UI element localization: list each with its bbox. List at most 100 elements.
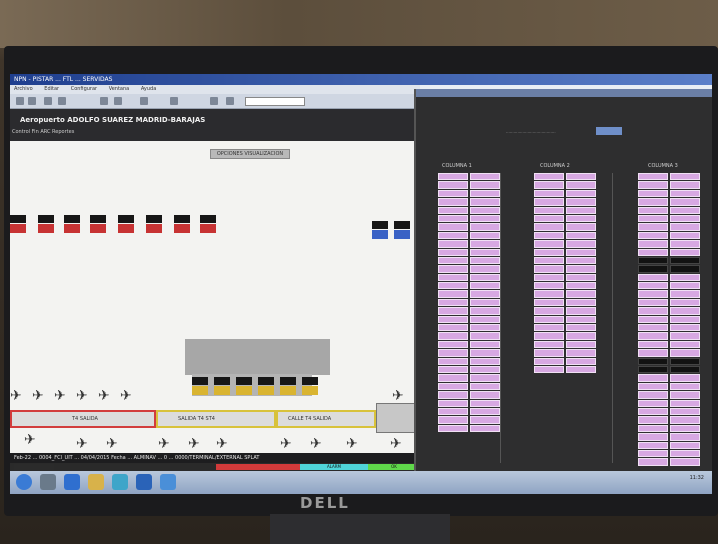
refresh-icon[interactable] [44, 97, 52, 105]
data-row[interactable] [638, 290, 708, 298]
start-icon[interactable] [16, 474, 32, 490]
gate-stand[interactable] [192, 377, 208, 395]
data-row[interactable] [534, 324, 604, 332]
address-input[interactable] [245, 97, 305, 106]
data-row[interactable] [638, 240, 708, 248]
data-row[interactable] [438, 307, 508, 315]
data-row[interactable] [438, 349, 508, 357]
data-row[interactable] [438, 298, 508, 307]
data-row[interactable] [438, 181, 508, 189]
data-row[interactable] [438, 231, 508, 240]
app-icon[interactable] [136, 474, 152, 490]
data-row[interactable] [534, 240, 604, 248]
browser-icon[interactable] [64, 474, 80, 490]
aircraft-icon[interactable]: ✈ [280, 437, 292, 451]
gate-stand[interactable] [10, 215, 26, 233]
data-row[interactable] [534, 307, 604, 315]
aircraft-icon[interactable]: ✈ [188, 437, 200, 451]
stop-icon[interactable] [58, 97, 66, 105]
data-row[interactable] [438, 273, 508, 282]
folder-icon[interactable] [100, 97, 108, 105]
data-row[interactable] [534, 290, 604, 298]
data-row[interactable] [438, 265, 508, 273]
data-row[interactable] [438, 407, 508, 416]
data-row[interactable] [438, 315, 508, 324]
app-icon[interactable] [112, 474, 128, 490]
data-row[interactable] [438, 340, 508, 349]
data-row[interactable] [438, 357, 508, 365]
aircraft-icon[interactable]: ✈ [76, 437, 88, 451]
data-row[interactable] [438, 223, 508, 231]
data-row[interactable] [438, 240, 508, 248]
data-row[interactable] [534, 223, 604, 231]
data-row[interactable] [638, 365, 708, 374]
data-row[interactable] [534, 198, 604, 206]
data-row[interactable] [438, 198, 508, 206]
data-row[interactable] [438, 324, 508, 332]
data-row[interactable] [534, 231, 604, 240]
aircraft-icon[interactable]: ✈ [54, 389, 66, 403]
taxiway-segment[interactable]: T4 SALIDA [10, 410, 156, 428]
data-row[interactable] [438, 248, 508, 256]
data-row[interactable] [638, 223, 708, 231]
print-icon[interactable] [140, 97, 148, 105]
data-row[interactable] [438, 332, 508, 340]
data-row[interactable] [638, 214, 708, 223]
data-row[interactable] [638, 173, 708, 181]
aircraft-icon[interactable]: ✈ [390, 437, 402, 451]
data-row[interactable] [534, 332, 604, 340]
data-row[interactable] [638, 231, 708, 240]
aircraft-icon[interactable]: ✈ [10, 389, 22, 403]
data-row[interactable] [438, 214, 508, 223]
data-row[interactable] [638, 324, 708, 332]
data-row[interactable] [638, 349, 708, 357]
data-row[interactable] [638, 307, 708, 315]
taxiway-segment[interactable]: CALLE T4 SALIDA [276, 410, 376, 428]
data-row[interactable] [638, 357, 708, 365]
data-row[interactable] [638, 248, 708, 256]
data-row[interactable] [638, 198, 708, 206]
data-row[interactable] [534, 315, 604, 324]
data-row[interactable] [534, 365, 604, 374]
aircraft-icon[interactable]: ✈ [106, 437, 118, 451]
data-row[interactable] [534, 248, 604, 256]
data-row[interactable] [534, 357, 604, 365]
panel-search-button[interactable] [596, 127, 622, 135]
gate-stand[interactable] [90, 215, 106, 233]
data-row[interactable] [438, 173, 508, 181]
back-icon[interactable] [16, 97, 24, 105]
data-row[interactable] [438, 382, 508, 391]
data-row[interactable] [638, 407, 708, 416]
data-row[interactable] [638, 256, 708, 265]
gate-stand[interactable] [214, 377, 230, 395]
gate-stand[interactable] [118, 215, 134, 233]
view-options-button[interactable]: OPCIONES VISUALIZACION [210, 149, 290, 159]
aircraft-icon[interactable]: ✈ [32, 389, 44, 403]
menu-item[interactable]: Archivo [14, 86, 33, 92]
data-row[interactable] [638, 382, 708, 391]
data-row[interactable] [638, 265, 708, 273]
data-row[interactable] [438, 424, 508, 433]
menu-item[interactable]: Ventana [109, 86, 130, 92]
gate-stand[interactable] [64, 215, 80, 233]
data-row[interactable] [638, 282, 708, 290]
data-row[interactable] [638, 424, 708, 433]
data-row[interactable] [438, 365, 508, 374]
data-row[interactable] [638, 399, 708, 407]
data-row[interactable] [534, 256, 604, 265]
data-row[interactable] [638, 189, 708, 198]
gate-stand[interactable] [280, 377, 296, 395]
taxiway-segment[interactable]: SALIDA T4 ST4 [156, 410, 276, 428]
aircraft-icon[interactable]: ✈ [346, 437, 358, 451]
data-row[interactable] [534, 282, 604, 290]
aircraft-icon[interactable]: ✈ [24, 433, 36, 447]
zoom-icon[interactable] [170, 97, 178, 105]
gate-stand[interactable] [372, 221, 388, 239]
forward-icon[interactable] [28, 97, 36, 105]
data-row[interactable] [534, 298, 604, 307]
data-row[interactable] [534, 273, 604, 282]
menu-item[interactable]: Editar [44, 86, 59, 92]
data-row[interactable] [638, 391, 708, 399]
aircraft-icon[interactable]: ✈ [76, 389, 88, 403]
gate-stand[interactable] [394, 221, 410, 239]
